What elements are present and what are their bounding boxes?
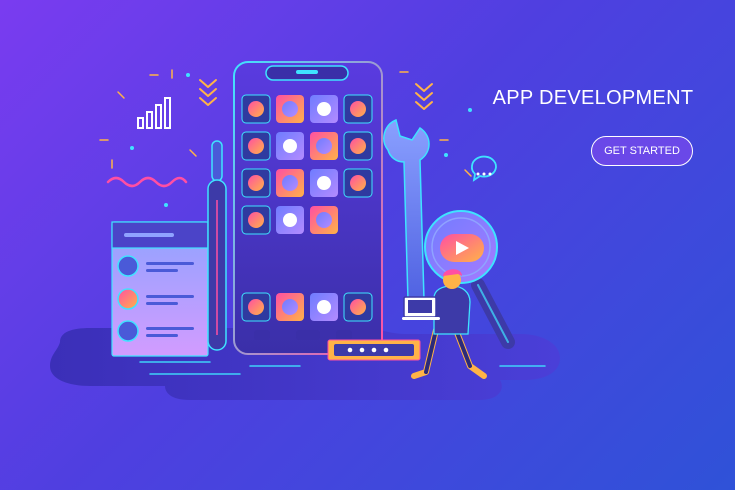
landing-page: APP DEVELOPMENT GET STARTED [0, 0, 735, 490]
device-strip [327, 339, 421, 361]
wrench-icon [383, 118, 430, 310]
screwdriver-icon [207, 140, 227, 351]
ui-list-panel [111, 221, 209, 357]
bar-chart-icon [137, 97, 171, 129]
wave-icon [106, 176, 188, 188]
play-icon [440, 234, 484, 262]
chevron-down-icon [199, 79, 217, 106]
chat-bubble-icon [471, 155, 497, 182]
page-title: APP DEVELOPMENT [492, 87, 694, 110]
chevron-down-icon-right [415, 83, 433, 110]
laptop-icon [402, 296, 440, 320]
app-row-4 [241, 205, 338, 235]
app-development-illustration [50, 61, 560, 400]
get-started-button[interactable]: GET STARTED [591, 136, 693, 166]
